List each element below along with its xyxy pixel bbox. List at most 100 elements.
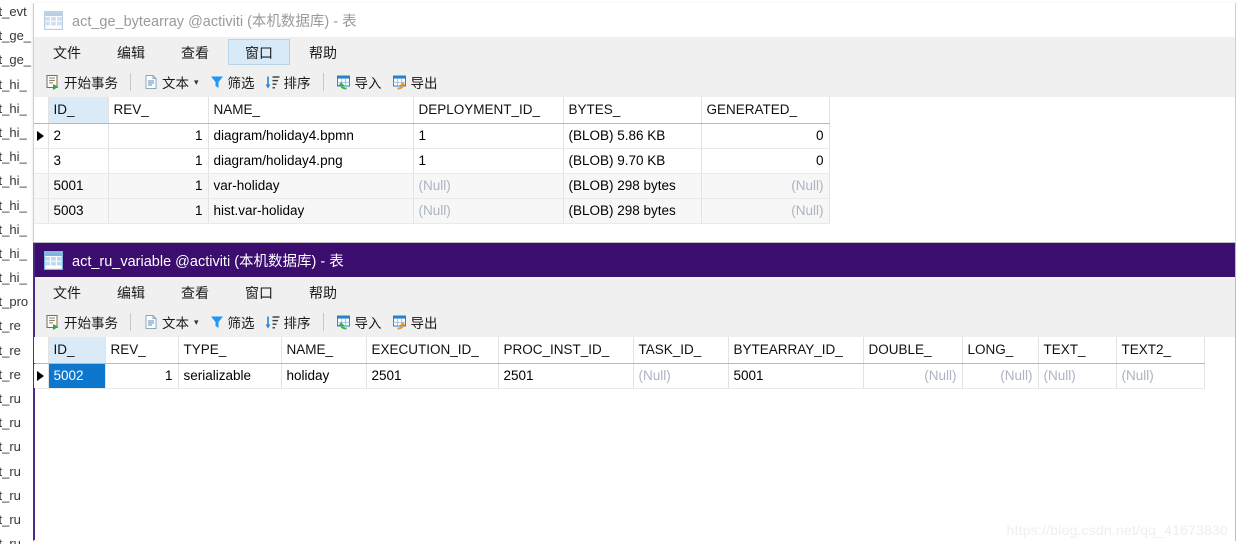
table-cell[interactable]: (Null)	[1116, 363, 1205, 389]
table-cell[interactable]: (BLOB) 5.86 KB	[563, 123, 702, 149]
import-button[interactable]: 导入	[331, 70, 387, 94]
table-row[interactable]: 5001 1 var-holiday (Null) (BLOB) 298 bytes (N…	[34, 173, 830, 199]
data-grid-act-ru-variable[interactable]: ID_ REV_ TYPE_ NAME_ EXECUTION_ID_ PROC_INST_…	[34, 337, 1205, 389]
table-cell[interactable]: hist.var-holiday	[208, 198, 414, 224]
begin-transaction-button[interactable]: 开始事务	[40, 310, 123, 334]
table-cell[interactable]: 0	[701, 148, 830, 174]
table-cell[interactable]: diagram/holiday4.bpmn	[208, 123, 414, 149]
table-cell[interactable]: diagram/holiday4.png	[208, 148, 414, 174]
data-grid-act-ge-bytearray[interactable]: ID_ REV_ NAME_ DEPLOYMENT_ID_ BYTES_ GENERATE…	[34, 97, 830, 224]
import-button[interactable]: 导入	[331, 310, 387, 334]
column-header-id[interactable]: ID_	[48, 97, 109, 124]
column-header-double[interactable]: DOUBLE_	[863, 337, 963, 364]
column-header-execution-id[interactable]: EXECUTION_ID_	[366, 337, 499, 364]
table-cell[interactable]: 2501	[366, 363, 499, 389]
table-row[interactable]: 3 1 diagram/holiday4.png 1 (BLOB) 9.70 KB 0	[34, 148, 830, 174]
table-cell[interactable]: 1	[108, 148, 209, 174]
table-cell[interactable]: 1	[105, 363, 179, 389]
chevron-down-icon[interactable]: ▾	[194, 77, 199, 88]
text-button[interactable]: 文本 ▾	[138, 310, 204, 334]
menu-help[interactable]: 帮助	[292, 279, 354, 305]
table-cell[interactable]: (Null)	[413, 173, 564, 199]
column-header-rev[interactable]: REV_	[105, 337, 179, 364]
menu-window[interactable]: 窗口	[228, 39, 290, 65]
table-cell[interactable]: var-holiday	[208, 173, 414, 199]
column-header-long[interactable]: LONG_	[962, 337, 1039, 364]
table-cell[interactable]: (Null)	[413, 198, 564, 224]
menu-file[interactable]: 文件	[36, 39, 98, 65]
menu-edit[interactable]: 编辑	[100, 279, 162, 305]
table-cell[interactable]: (Null)	[633, 363, 729, 389]
table-row[interactable]: 5002 1 serializable holiday 2501 2501 (Null) 50…	[34, 363, 1205, 389]
table-cell[interactable]: (Null)	[863, 363, 963, 389]
table-cell[interactable]: 1	[108, 198, 209, 224]
table-cell[interactable]: 2	[48, 123, 109, 149]
menubar-act-ru-variable[interactable]: 文件 编辑 查看 窗口 帮助	[34, 277, 1235, 307]
table-cell[interactable]: holiday	[281, 363, 367, 389]
menu-help[interactable]: 帮助	[292, 39, 354, 65]
table-cell[interactable]: 5003	[48, 198, 109, 224]
row-gutter-cell[interactable]	[34, 198, 49, 224]
column-header-text2[interactable]: TEXT2_	[1116, 337, 1205, 364]
table-cell[interactable]: (BLOB) 298 bytes	[563, 198, 702, 224]
column-header-proc-inst-id[interactable]: PROC_INST_ID_	[498, 337, 634, 364]
titlebar-act-ge-bytearray[interactable]: act_ge_bytearray @activiti (本机数据库) - 表	[34, 3, 1235, 37]
table-cell[interactable]: (BLOB) 298 bytes	[563, 173, 702, 199]
table-cell[interactable]: 1	[108, 173, 209, 199]
column-header-bytes[interactable]: BYTES_	[563, 97, 702, 124]
column-header-text[interactable]: TEXT_	[1038, 337, 1117, 364]
sort-button[interactable]: 排序	[260, 310, 316, 334]
table-cell[interactable]: 2501	[498, 363, 634, 389]
column-header-generated[interactable]: GENERATED_	[701, 97, 830, 124]
table-cell[interactable]: (Null)	[701, 198, 830, 224]
grid-wrapper-act-ru-variable[interactable]: ID_ REV_ TYPE_ NAME_ EXECUTION_ID_ PROC_INST_…	[34, 337, 1235, 393]
toolbar-act-ge-bytearray[interactable]: 开始事务 文本 ▾ 筛选 排序 导入 导出	[34, 67, 1235, 97]
row-gutter-cell[interactable]	[34, 173, 49, 199]
column-header-type[interactable]: TYPE_	[178, 337, 282, 364]
titlebar-act-ru-variable[interactable]: act_ru_variable @activiti (本机数据库) - 表	[34, 243, 1235, 277]
menu-view[interactable]: 查看	[164, 279, 226, 305]
text-button[interactable]: 文本 ▾	[138, 70, 204, 94]
column-header-name[interactable]: NAME_	[208, 97, 414, 124]
chevron-down-icon[interactable]: ▾	[194, 317, 199, 328]
column-header-id[interactable]: ID_	[48, 337, 106, 364]
window-act-ge-bytearray[interactable]: act_ge_bytearray @activiti (本机数据库) - 表 文…	[33, 3, 1236, 271]
menu-file[interactable]: 文件	[36, 279, 98, 305]
grid-wrapper-act-ge-bytearray[interactable]: ID_ REV_ NAME_ DEPLOYMENT_ID_ BYTES_ GENERATE…	[34, 97, 1235, 229]
table-cell[interactable]: serializable	[178, 363, 282, 389]
table-cell[interactable]: (Null)	[1038, 363, 1117, 389]
table-cell[interactable]: 1	[108, 123, 209, 149]
begin-transaction-button[interactable]: 开始事务	[40, 70, 123, 94]
menu-edit[interactable]: 编辑	[100, 39, 162, 65]
row-gutter-cell[interactable]	[34, 363, 49, 389]
table-row[interactable]: 2 1 diagram/holiday4.bpmn 1 (BLOB) 5.86 KB 0	[34, 123, 830, 149]
toolbar-act-ru-variable[interactable]: 开始事务 文本 ▾ 筛选 排序 导入 导出	[34, 307, 1235, 337]
column-header-bytearray-id[interactable]: BYTEARRAY_ID_	[728, 337, 864, 364]
export-button[interactable]: 导出	[387, 310, 443, 334]
column-header-task-id[interactable]: TASK_ID_	[633, 337, 729, 364]
filter-button[interactable]: 筛选	[204, 70, 260, 94]
window-act-ru-variable[interactable]: act_ru_variable @activiti (本机数据库) - 表 文件…	[33, 242, 1236, 543]
table-cell[interactable]: (BLOB) 9.70 KB	[563, 148, 702, 174]
row-gutter-cell[interactable]	[34, 148, 49, 174]
column-header-rev[interactable]: REV_	[108, 97, 209, 124]
table-cell[interactable]: 1	[413, 123, 564, 149]
menu-window[interactable]: 窗口	[228, 279, 290, 305]
filter-button[interactable]: 筛选	[204, 310, 260, 334]
table-cell[interactable]: 1	[413, 148, 564, 174]
export-button[interactable]: 导出	[387, 70, 443, 94]
table-row[interactable]: 5003 1 hist.var-holiday (Null) (BLOB) 298 by…	[34, 198, 830, 224]
column-header-name[interactable]: NAME_	[281, 337, 367, 364]
menu-view[interactable]: 查看	[164, 39, 226, 65]
row-gutter-cell[interactable]	[34, 123, 49, 149]
table-cell-selected[interactable]: 5002	[48, 363, 106, 389]
table-cell[interactable]: 5001	[728, 363, 864, 389]
sort-button[interactable]: 排序	[260, 70, 316, 94]
table-cell[interactable]: 3	[48, 148, 109, 174]
table-cell[interactable]: 0	[701, 123, 830, 149]
menubar-act-ge-bytearray[interactable]: 文件 编辑 查看 窗口 帮助	[34, 37, 1235, 67]
table-cell[interactable]: (Null)	[962, 363, 1039, 389]
table-cell[interactable]: (Null)	[701, 173, 830, 199]
column-header-deployment-id[interactable]: DEPLOYMENT_ID_	[413, 97, 564, 124]
table-cell[interactable]: 5001	[48, 173, 109, 199]
